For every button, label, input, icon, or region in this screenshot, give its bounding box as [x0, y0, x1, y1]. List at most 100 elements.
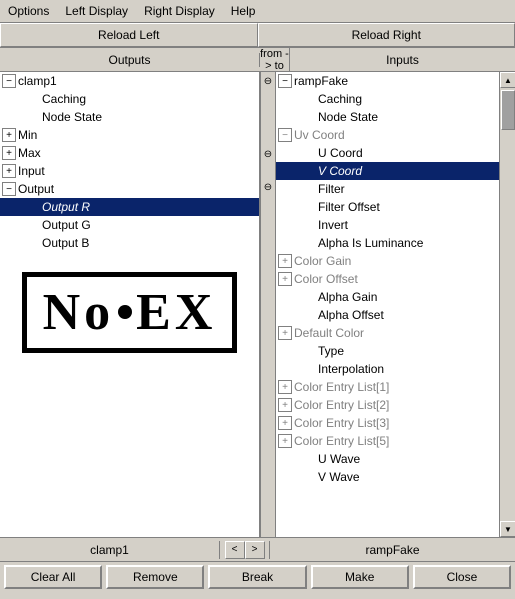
tree-toggle-plus[interactable]: +	[2, 164, 16, 178]
right-tree-item[interactable]: Alpha Offset	[276, 306, 499, 324]
menu-left-display[interactable]: Left Display	[61, 2, 132, 20]
remove-button[interactable]: Remove	[106, 565, 204, 589]
right-tree-item[interactable]: Node State	[276, 108, 499, 126]
right-tree-item[interactable]: U Coord	[276, 144, 499, 162]
tree-item-label: Filter	[318, 182, 345, 196]
menubar: Options Left Display Right Display Help	[0, 0, 515, 23]
scroll-down-button[interactable]: ▼	[500, 521, 515, 537]
tree-item-label: Min	[18, 128, 37, 142]
right-tree-item[interactable]: Interpolation	[276, 360, 499, 378]
right-tree-item[interactable]: −Uv Coord	[276, 126, 499, 144]
connector-top: ⊖	[264, 76, 272, 87]
left-tree-item[interactable]: Node State	[0, 108, 259, 126]
reload-left-button[interactable]: Reload Left	[0, 23, 258, 47]
tree-item-label: Output B	[42, 236, 89, 250]
main-content: −clamp1CachingNode State+Min+Max+Input−O…	[0, 72, 515, 538]
tree-item-label: Node State	[42, 110, 102, 124]
action-bar: Clear All Remove Break Make Close	[0, 562, 515, 592]
right-tree-item[interactable]: Caching	[276, 90, 499, 108]
right-tree-item[interactable]: Filter Offset	[276, 198, 499, 216]
left-tree-item[interactable]: +Input	[0, 162, 259, 180]
clear-all-button[interactable]: Clear All	[4, 565, 102, 589]
tree-item-label: Invert	[318, 218, 348, 232]
right-tree-item[interactable]: U Wave	[276, 450, 499, 468]
right-tree-item[interactable]: −rampFake	[276, 72, 499, 90]
tree-item-label: Output	[18, 182, 54, 196]
left-tree-item[interactable]: −clamp1	[0, 72, 259, 90]
nav-prev-button[interactable]: <	[225, 541, 245, 559]
connector-column: ⊖ ⊖ ⊖	[260, 72, 276, 537]
tree-item-label: Output G	[42, 218, 91, 232]
connector-mid2: ⊖	[264, 182, 272, 193]
left-tree-item[interactable]: +Max	[0, 144, 259, 162]
scroll-thumb[interactable]	[501, 90, 515, 130]
right-tree-item[interactable]: +Color Gain	[276, 252, 499, 270]
right-tree-item[interactable]: +Color Entry List[3]	[276, 414, 499, 432]
logo-ex: EX	[136, 283, 216, 342]
tree-toggle-plus[interactable]: +	[278, 380, 292, 394]
make-button[interactable]: Make	[311, 565, 409, 589]
tree-item-label: U Coord	[318, 146, 363, 160]
right-tree-item[interactable]: +Color Offset	[276, 270, 499, 288]
tree-toggle-minus[interactable]: −	[2, 182, 16, 196]
left-tree-item[interactable]: −Output	[0, 180, 259, 198]
tree-item-label: Uv Coord	[294, 128, 345, 142]
menu-help[interactable]: Help	[227, 2, 260, 20]
reload-right-button[interactable]: Reload Right	[258, 23, 515, 47]
left-panel[interactable]: −clamp1CachingNode State+Min+Max+Input−O…	[0, 72, 260, 537]
tree-toggle-plus[interactable]: +	[278, 254, 292, 268]
tree-item-label: V Wave	[318, 470, 360, 484]
menu-options[interactable]: Options	[4, 2, 53, 20]
tree-toggle-plus[interactable]: +	[278, 272, 292, 286]
right-tree-item[interactable]: V Coord	[276, 162, 499, 180]
outputs-header: Outputs	[0, 53, 260, 67]
tree-item-label: Color Entry List[5]	[294, 434, 389, 448]
tree-item-label: Output R	[42, 200, 90, 214]
right-tree-item[interactable]: +Color Entry List[5]	[276, 432, 499, 450]
tree-toggle-plus[interactable]: +	[278, 434, 292, 448]
tree-toggle-minus[interactable]: −	[278, 74, 292, 88]
break-button[interactable]: Break	[208, 565, 306, 589]
right-tree-item[interactable]: Alpha Is Luminance	[276, 234, 499, 252]
right-panel[interactable]: −rampFakeCachingNode State−Uv CoordU Coo…	[276, 72, 499, 537]
right-tree-item[interactable]: +Color Entry List[1]	[276, 378, 499, 396]
right-tree-item[interactable]: V Wave	[276, 468, 499, 486]
right-tree-item[interactable]: +Default Color	[276, 324, 499, 342]
connector-mid1: ⊖	[264, 149, 272, 160]
tree-item-label: Alpha Offset	[318, 308, 384, 322]
tree-toggle-plus[interactable]: +	[278, 398, 292, 412]
tree-toggle-plus[interactable]: +	[2, 128, 16, 142]
left-tree-item[interactable]: Output G	[0, 216, 259, 234]
nav-next-button[interactable]: >	[245, 541, 265, 559]
left-tree-item[interactable]: Caching	[0, 90, 259, 108]
tree-item-label: Default Color	[294, 326, 364, 340]
tree-toggle-plus[interactable]: +	[278, 416, 292, 430]
tree-toggle-plus[interactable]: +	[2, 146, 16, 160]
tree-item-label: Filter Offset	[318, 200, 380, 214]
scrollbar[interactable]: ▲ ▼	[499, 72, 515, 537]
right-tree-item[interactable]: Invert	[276, 216, 499, 234]
toolbar: Reload Left Reload Right	[0, 23, 515, 48]
close-button[interactable]: Close	[413, 565, 511, 589]
right-tree-item[interactable]: +Color Entry List[2]	[276, 396, 499, 414]
tree-toggle-minus[interactable]: −	[2, 74, 16, 88]
right-tree-item[interactable]: Type	[276, 342, 499, 360]
tree-item-label: Color Entry List[2]	[294, 398, 389, 412]
left-tree-item[interactable]: Output R	[0, 198, 259, 216]
left-tree-item[interactable]: Output B	[0, 234, 259, 252]
right-tree-item[interactable]: Filter	[276, 180, 499, 198]
tree-item-label: Node State	[318, 110, 378, 124]
right-tree-item[interactable]: Alpha Gain	[276, 288, 499, 306]
tree-item-label: Max	[18, 146, 41, 160]
scroll-up-button[interactable]: ▲	[500, 72, 515, 88]
inputs-header: Inputs	[290, 53, 515, 67]
tree-item-label: Color Offset	[294, 272, 358, 286]
tree-toggle-plus[interactable]: +	[278, 326, 292, 340]
tree-toggle-minus[interactable]: −	[278, 128, 292, 142]
logo-o: o	[84, 283, 114, 342]
left-tree-item[interactable]: +Min	[0, 126, 259, 144]
logo-n: N	[43, 283, 85, 342]
menu-right-display[interactable]: Right Display	[140, 2, 219, 20]
tree-item-label: Type	[318, 344, 344, 358]
scroll-track[interactable]	[500, 88, 515, 521]
